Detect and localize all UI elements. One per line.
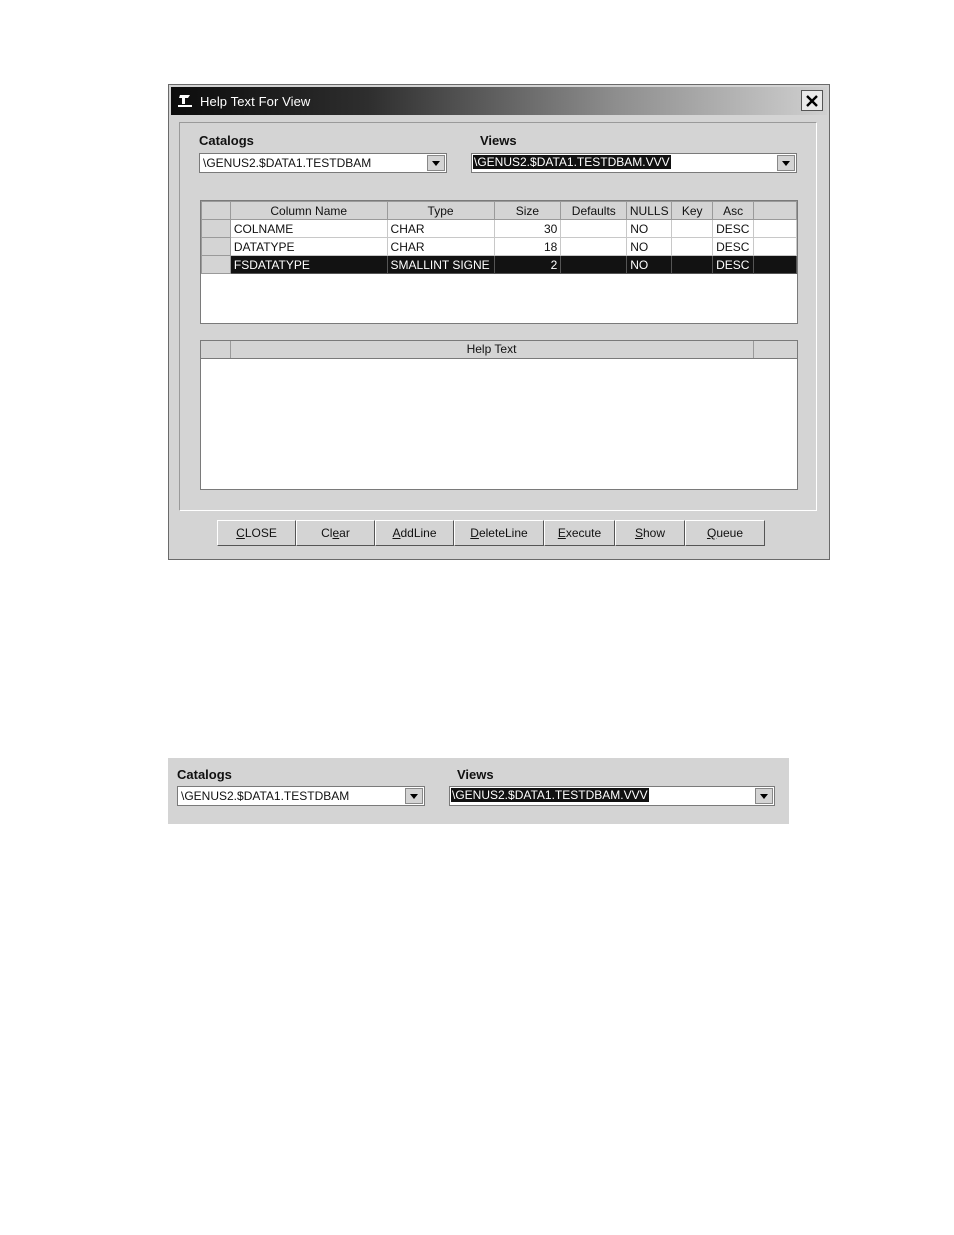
cell-column-name[interactable]: FSDATATYPE xyxy=(229,255,388,274)
cell-defaults[interactable] xyxy=(560,255,628,274)
cell-nulls[interactable]: NO xyxy=(626,219,673,238)
views-combo[interactable]: \GENUS2.$DATA1.TESTDBAM.VVV xyxy=(471,153,797,173)
col-header-asc[interactable]: Asc xyxy=(712,201,755,220)
views-value: \GENUS2.$DATA1.TESTDBAM.VVV xyxy=(451,788,649,802)
cell-nulls[interactable]: NO xyxy=(626,237,673,256)
cell-column-name[interactable]: COLNAME xyxy=(229,219,388,238)
cell-filler xyxy=(753,237,797,256)
close-button[interactable]: CLOSE xyxy=(217,520,296,546)
cell-type[interactable]: CHAR xyxy=(386,237,495,256)
cell-size[interactable]: 30 xyxy=(493,219,562,238)
col-header-key[interactable]: Key xyxy=(671,201,714,220)
cell-asc[interactable]: DESC xyxy=(712,219,755,238)
help-text-header: Help Text xyxy=(201,341,797,359)
cell-filler xyxy=(753,255,797,274)
cell-key[interactable] xyxy=(671,237,714,256)
button-bar: CLOSE Clear AddLine DeleteLine Execute S… xyxy=(217,520,765,546)
col-header-size[interactable]: Size xyxy=(493,201,562,220)
add-line-button[interactable]: AddLine xyxy=(375,520,454,546)
cell-size[interactable]: 2 xyxy=(493,255,562,274)
close-button-label: CLOSE xyxy=(236,526,277,540)
close-icon[interactable] xyxy=(801,90,823,111)
table-row[interactable]: COLNAME CHAR 30 NO DESC xyxy=(201,219,797,238)
col-header-nulls[interactable]: NULLS xyxy=(626,201,673,220)
views-label: Views xyxy=(480,133,517,148)
cell-column-name[interactable]: DATATYPE xyxy=(229,237,388,256)
cell-asc[interactable]: DESC xyxy=(712,237,755,256)
col-header-filler xyxy=(753,201,797,220)
add-line-button-label: AddLine xyxy=(392,526,437,540)
table-row-selected[interactable]: FSDATATYPE SMALLINT SIGNE 2 NO DESC xyxy=(201,255,797,274)
chevron-down-icon[interactable] xyxy=(777,155,795,171)
delete-line-button[interactable]: DeleteLine xyxy=(454,520,544,546)
show-button-label: Show xyxy=(634,526,666,540)
help-text-grid[interactable]: Help Text xyxy=(200,340,798,490)
table-row[interactable]: DATATYPE CHAR 18 NO DESC xyxy=(201,237,797,256)
queue-button-label: Queue xyxy=(706,526,744,540)
show-button[interactable]: Show xyxy=(615,520,685,546)
chevron-down-icon[interactable] xyxy=(755,788,773,804)
row-header-corner xyxy=(201,341,231,358)
catalogs-value: \GENUS2.$DATA1.TESTDBAM xyxy=(181,789,350,803)
cell-defaults[interactable] xyxy=(560,219,628,238)
cell-type[interactable]: SMALLINT SIGNE xyxy=(386,255,495,274)
row-header[interactable] xyxy=(201,255,231,274)
cell-size[interactable]: 18 xyxy=(493,237,562,256)
catalogs-value: \GENUS2.$DATA1.TESTDBAM xyxy=(203,156,372,170)
cell-nulls[interactable]: NO xyxy=(626,255,673,274)
queue-button[interactable]: Queue xyxy=(685,520,765,546)
catalogs-label: Catalogs xyxy=(177,767,232,782)
window-title: Help Text For View xyxy=(200,93,311,109)
chevron-down-icon[interactable] xyxy=(405,788,423,804)
app-logo-icon xyxy=(174,90,196,112)
views-combo[interactable]: \GENUS2.$DATA1.TESTDBAM.VVV xyxy=(449,786,775,806)
views-value: \GENUS2.$DATA1.TESTDBAM.VVV xyxy=(473,155,671,169)
delete-line-button-label: DeleteLine xyxy=(470,526,528,540)
catalogs-combo[interactable]: \GENUS2.$DATA1.TESTDBAM xyxy=(199,153,447,173)
row-header[interactable] xyxy=(201,219,231,238)
cell-key[interactable] xyxy=(671,255,714,274)
col-header-defaults[interactable]: Defaults xyxy=(560,201,628,220)
grid-header-row: Column Name Type Size Defaults NULLS Key… xyxy=(201,201,797,220)
views-label: Views xyxy=(457,767,494,782)
chevron-down-icon[interactable] xyxy=(427,155,445,171)
clear-button-label: Clear xyxy=(321,526,350,540)
catalogs-combo[interactable]: \GENUS2.$DATA1.TESTDBAM xyxy=(177,786,425,806)
cell-filler xyxy=(753,219,797,238)
cell-key[interactable] xyxy=(671,219,714,238)
clear-button[interactable]: Clear xyxy=(296,520,375,546)
row-header-corner xyxy=(201,201,231,220)
col-header-type[interactable]: Type xyxy=(386,201,495,220)
col-header-column-name[interactable]: Column Name xyxy=(229,201,388,220)
columns-grid[interactable]: Column Name Type Size Defaults NULLS Key… xyxy=(200,200,798,324)
execute-button-label: Execute xyxy=(557,526,602,540)
col-header-help-text[interactable]: Help Text xyxy=(230,341,754,358)
title-bar[interactable]: Help Text For View xyxy=(171,87,827,115)
row-header[interactable] xyxy=(201,237,231,256)
catalogs-label: Catalogs xyxy=(199,133,254,148)
cell-asc[interactable]: DESC xyxy=(712,255,755,274)
execute-button[interactable]: Execute xyxy=(544,520,615,546)
cell-type[interactable]: CHAR xyxy=(386,219,495,238)
cell-defaults[interactable] xyxy=(560,237,628,256)
